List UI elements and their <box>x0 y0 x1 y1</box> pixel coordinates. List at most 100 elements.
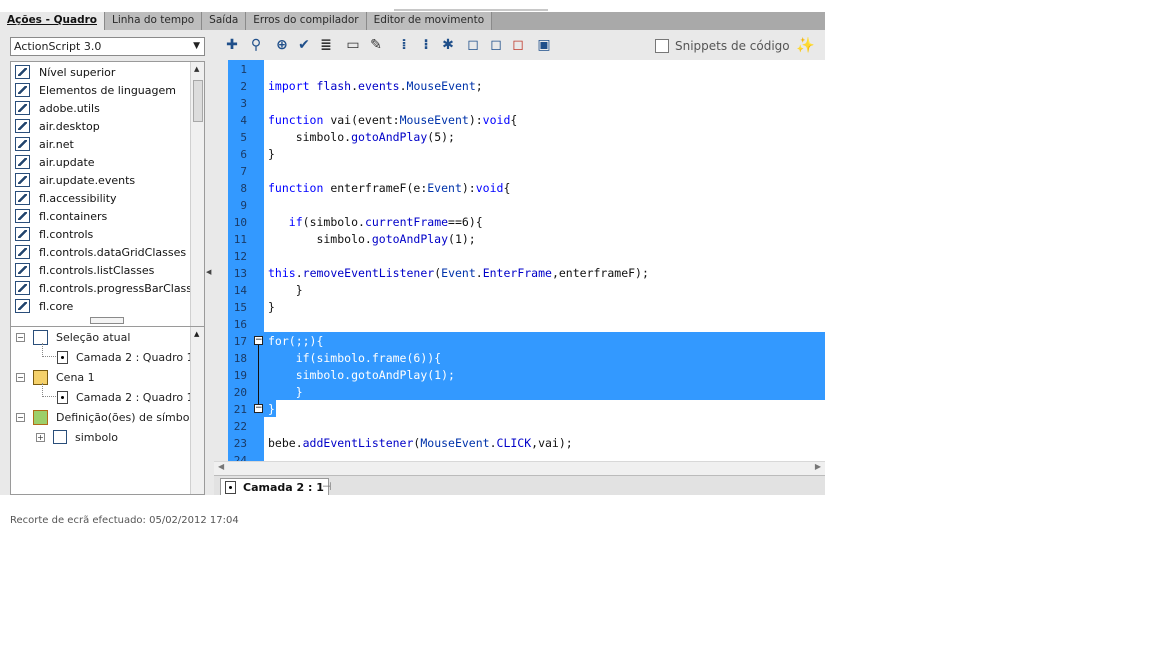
line-number: 15 <box>233 301 247 314</box>
package-icon <box>15 281 30 295</box>
collapse-selection-icon[interactable]: ⁝ <box>417 36 435 54</box>
scroll-up-icon[interactable]: ▲ <box>194 65 199 73</box>
code-line[interactable]: for(;;){ <box>268 333 323 350</box>
add-statement-icon[interactable]: ✚ <box>223 36 241 54</box>
code-line[interactable]: simbolo.gotoAndPlay(1); <box>268 367 455 384</box>
frame-icon <box>225 480 236 494</box>
library-scrollbar[interactable]: ▲ ▼ <box>190 62 204 342</box>
tree-row-scene-frame[interactable]: Camada 2 : Quadro 1 <box>57 388 194 406</box>
tree-label: Seleção atual <box>56 330 131 344</box>
package-icon <box>15 263 30 277</box>
auto-format-icon[interactable]: ≣ <box>317 36 335 54</box>
find-icon[interactable]: ⚲ <box>247 36 265 54</box>
scroll-right-icon[interactable]: ▶ <box>815 462 821 471</box>
code-editor[interactable]: − − 1 2 import flash.events.MouseEvent; 3 4 f… <box>214 60 825 461</box>
fold-end-icon[interactable]: − <box>254 404 263 413</box>
scroll-up-icon[interactable]: ▲ <box>194 330 199 338</box>
apply-line-comment-icon[interactable]: ◻ <box>487 36 505 54</box>
language-select[interactable]: ActionScript 3.0 ▼ <box>10 37 205 56</box>
library-item[interactable]: air.update.events <box>15 171 135 189</box>
collapse-icon[interactable]: − <box>16 372 25 382</box>
tree-label: simbolo <box>75 430 119 444</box>
expand-all-icon[interactable]: ✱ <box>439 36 457 54</box>
tab-motion-editor[interactable]: Editor de movimento <box>366 12 493 30</box>
package-icon <box>15 137 30 151</box>
check-syntax-icon[interactable]: ✔ <box>295 36 313 54</box>
library-item[interactable]: adobe.utils <box>15 99 100 117</box>
apply-block-comment-icon[interactable]: ◻ <box>464 36 482 54</box>
package-icon <box>15 209 30 223</box>
library-list[interactable]: Nível superior Elementos de linguagem adob… <box>10 61 205 343</box>
code-snippets-button[interactable]: Snippets de código <box>655 37 790 55</box>
panel-tabs: Ações - Quadro Linha do tempo Saída Erro… <box>0 12 825 30</box>
code-line[interactable]: } <box>268 146 275 163</box>
top-strip <box>0 0 825 12</box>
tree-row-current-selection[interactable]: − Seleção atual <box>16 328 130 346</box>
split-handle[interactable] <box>90 317 124 324</box>
collapse-panel-arrow-icon[interactable]: ◀ <box>206 268 212 290</box>
library-item[interactable]: fl.controls.listClasses <box>15 261 154 279</box>
tree-row-symbol[interactable]: + simbolo <box>36 428 118 446</box>
tab-compiler-errors[interactable]: Erros do compilador <box>246 12 367 30</box>
scroll-left-icon[interactable]: ◀ <box>218 462 224 471</box>
code-line[interactable]: this.removeEventListener(Event.EnterFram… <box>268 265 649 282</box>
script-tab[interactable]: Camada 2 : 1 <box>220 478 329 495</box>
code-line[interactable]: bebe.addEventListener(MouseEvent.CLICK,v… <box>268 435 573 452</box>
code-line[interactable]: if(simbolo.currentFrame==6){ <box>268 214 483 231</box>
code-line[interactable]: import flash.events.MouseEvent; <box>268 78 483 95</box>
library-item[interactable]: fl.accessibility <box>15 189 117 207</box>
collapse-between-braces-icon[interactable]: ⁞ <box>395 36 413 54</box>
code-line[interactable]: } <box>268 401 275 418</box>
line-number: 23 <box>233 437 247 450</box>
library-item[interactable]: Elementos de linguagem <box>15 81 176 99</box>
tree-row-scene[interactable]: − Cena 1 <box>16 368 95 386</box>
tab-timeline[interactable]: Linha do tempo <box>105 12 203 30</box>
expand-icon[interactable]: + <box>36 432 45 442</box>
tree-label: Definição(ões) de símbolo <box>56 410 200 424</box>
show-hide-toolbox-icon[interactable]: ▣ <box>535 36 553 54</box>
code-line[interactable]: if(simbolo.frame(6)){ <box>268 350 441 367</box>
fold-collapse-icon[interactable]: − <box>254 336 263 345</box>
tree-row-symbol-definitions[interactable]: − Definição(ões) de símbolo <box>16 408 199 426</box>
actions-toolbar: ✚ ⚲ ⊕ ✔ ≣ ▭ ✎ ⁞ ⁝ ✱ ◻ ◻ ◻ ▣ Snippets de … <box>214 30 825 60</box>
script-assist-wand-icon[interactable]: ✨ <box>796 36 815 54</box>
tab-output[interactable]: Saída <box>202 12 247 30</box>
library-item[interactable]: air.desktop <box>15 117 100 135</box>
line-number: 11 <box>233 233 247 246</box>
pin-script-icon[interactable]: ⊣ <box>322 480 332 493</box>
scroll-thumb[interactable] <box>193 80 203 122</box>
collapse-icon[interactable]: − <box>16 332 25 342</box>
collapse-icon[interactable]: − <box>16 412 25 422</box>
line-number: 22 <box>233 420 247 433</box>
code-line[interactable]: function enterframeF(e:Event):void{ <box>268 180 510 197</box>
code-line[interactable]: } <box>268 384 303 401</box>
library-item-label: air.update <box>39 155 95 169</box>
library-item[interactable]: fl.controls.progressBarClasses <box>15 279 204 297</box>
tree-row-layer-frame[interactable]: Camada 2 : Quadro 1 <box>57 348 194 366</box>
code-line[interactable]: function vai(event:MouseEvent):void{ <box>268 112 517 129</box>
tab-actions-frame[interactable]: Ações - Quadro <box>0 12 105 30</box>
code-hint-icon[interactable]: ▭ <box>344 36 362 54</box>
line-number: 7 <box>240 165 247 178</box>
remove-comment-icon[interactable]: ◻ <box>509 36 527 54</box>
insert-target-icon[interactable]: ⊕ <box>273 36 291 54</box>
line-number: 18 <box>233 352 247 365</box>
library-item[interactable]: fl.core <box>15 297 73 315</box>
debug-options-icon[interactable]: ✎ <box>367 36 385 54</box>
horizontal-scrollbar[interactable]: ◀ ▶ <box>214 461 825 475</box>
clapperboard-icon <box>33 369 48 385</box>
code-line[interactable]: simbolo.gotoAndPlay(1); <box>268 231 475 248</box>
tree-scrollbar[interactable]: ▲ <box>190 327 204 494</box>
code-line[interactable]: } <box>268 282 303 299</box>
package-icon <box>15 83 30 97</box>
code-line[interactable]: simbolo.gotoAndPlay(5); <box>268 129 455 146</box>
library-item[interactable]: air.net <box>15 135 74 153</box>
library-item[interactable]: fl.controls <box>15 225 93 243</box>
line-number: 19 <box>233 369 247 382</box>
code-line[interactable]: } <box>268 299 275 316</box>
library-item[interactable]: Nível superior <box>15 63 115 81</box>
library-item[interactable]: fl.controls.dataGridClasses <box>15 243 186 261</box>
library-item[interactable]: air.update <box>15 153 95 171</box>
script-tab-bar: Camada 2 : 1 ⊣ <box>214 475 825 495</box>
library-item[interactable]: fl.containers <box>15 207 107 225</box>
